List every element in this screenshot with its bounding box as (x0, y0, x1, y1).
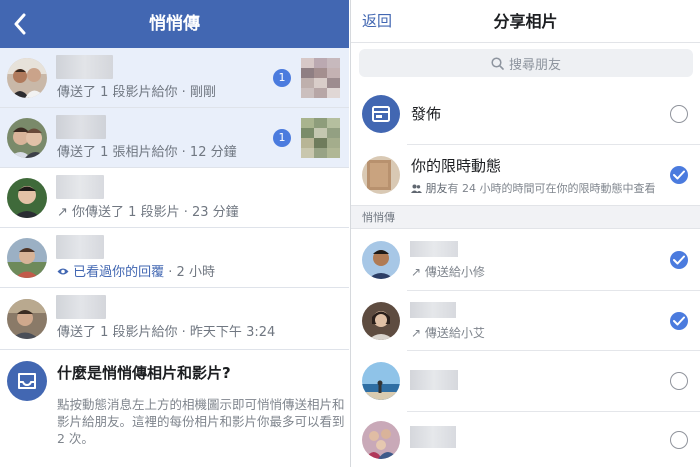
post-label: 發佈 (411, 105, 442, 123)
inbox-icon (7, 361, 47, 401)
avatar (362, 421, 400, 459)
story-checkbox[interactable] (670, 166, 688, 184)
contact-name-redacted (56, 55, 113, 79)
search-placeholder: 搜尋朋友 (508, 57, 561, 73)
conversation-row[interactable]: ↗ 你傳送了 1 段影片 · 23 分鐘 (0, 168, 349, 228)
conversation-subtitle: 已看過你的回覆 · 2 小時 (57, 261, 215, 280)
info-description: 點按動態消息左上方的相機圖示即可悄悄傳送相片和影片給朋友。這裡的每份相片和影片你… (57, 397, 345, 446)
recipient-row[interactable]: ↗ 傳送給小艾 (351, 291, 700, 351)
story-label: 你的限時動態 (411, 157, 502, 175)
eye-icon (57, 265, 73, 280)
avatar (362, 302, 400, 340)
avatar (7, 238, 47, 278)
recipient-status: ↗ 傳送給小艾 (411, 326, 485, 340)
header-bar: 返回 分享相片 (351, 0, 700, 43)
check-icon (673, 316, 685, 326)
post-radio[interactable] (670, 105, 688, 123)
recipient-status: ↗ 傳送給小修 (411, 265, 485, 279)
unread-badge: 1 (273, 129, 291, 147)
search-icon (491, 56, 504, 70)
recipient-checkbox[interactable] (670, 372, 688, 390)
contact-name-redacted (56, 115, 106, 139)
contact-name-redacted (56, 175, 104, 199)
direct-inbox-panel: 悄悄傳 傳送了 1 段影片給你 · 剛剛 1 傳送了 1 張相片給你 · 12 … (0, 0, 349, 467)
arrow-sent-icon: ↗ (411, 326, 422, 340)
post-icon (362, 95, 400, 133)
contact-name-redacted (56, 295, 106, 319)
arrow-sent-icon: ↗ (411, 265, 422, 279)
contact-name-redacted (410, 426, 456, 448)
unread-badge: 1 (273, 69, 291, 87)
info-section: 什麼是悄悄傳相片和影片? 點按動態消息左上方的相機圖示即可悄悄傳送相片和影片給朋… (0, 352, 349, 467)
search-input[interactable]: 搜尋朋友 (359, 49, 693, 77)
contact-name-redacted (56, 235, 104, 259)
section-header: 悄悄傳 (351, 205, 700, 229)
header-bar: 悄悄傳 (0, 0, 349, 48)
conversation-subtitle: 傳送了 1 段影片給你 · 昨天下午 3:24 (57, 325, 276, 340)
page-title: 分享相片 (493, 12, 558, 31)
media-thumbnail[interactable] (301, 58, 340, 98)
arrow-sent-icon: ↗ (57, 205, 68, 220)
avatar (362, 362, 400, 400)
friends-icon (411, 182, 426, 195)
conversation-row[interactable]: 傳送了 1 段影片給你 · 昨天下午 3:24 (0, 288, 349, 350)
avatar (7, 58, 47, 98)
check-icon (673, 255, 685, 265)
post-option-row[interactable]: 發佈 (351, 84, 700, 144)
story-audience: 朋友 (425, 182, 448, 195)
recipient-checkbox[interactable] (670, 431, 688, 449)
conversation-row[interactable]: 傳送了 1 張相片給你 · 12 分鐘 1 (0, 108, 349, 168)
conversation-subtitle: ↗ 你傳送了 1 段影片 · 23 分鐘 (57, 205, 239, 220)
avatar (362, 156, 400, 194)
contact-name-redacted (410, 241, 458, 257)
avatar (7, 178, 47, 218)
conversation-subtitle: 傳送了 1 張相片給你 · 12 分鐘 (57, 145, 237, 160)
contact-name-redacted (410, 302, 456, 318)
recipient-checkbox[interactable] (670, 312, 688, 330)
story-option-row[interactable]: 你的限時動態 朋友有 24 小時的時間可在你的限時動態中查看 (351, 145, 700, 205)
recipient-row[interactable] (351, 410, 700, 467)
conversation-row[interactable]: 傳送了 1 段影片給你 · 剛剛 1 (0, 48, 349, 108)
avatar (362, 241, 400, 279)
page-title: 悄悄傳 (149, 14, 200, 34)
recipient-checkbox[interactable] (670, 251, 688, 269)
conversation-row[interactable]: 已看過你的回覆 · 2 小時 (0, 228, 349, 288)
share-photo-panel: 返回 分享相片 搜尋朋友 發佈 你的限時動態 朋友有 24 小時的時間可在你的限… (350, 0, 700, 467)
conversation-subtitle: 傳送了 1 段影片給你 · 剛剛 (57, 85, 216, 100)
seen-status: 已看過你的回覆 (73, 265, 165, 280)
recipient-row[interactable] (351, 351, 700, 411)
media-thumbnail[interactable] (301, 118, 340, 158)
avatar (7, 118, 47, 158)
contact-name-redacted (410, 370, 458, 390)
avatar (7, 299, 47, 339)
info-title: 什麼是悄悄傳相片和影片? (57, 364, 231, 382)
check-icon (673, 170, 685, 180)
recipient-row[interactable]: ↗ 傳送給小修 (351, 230, 700, 290)
story-audience-note: 朋友有 24 小時的時間可在你的限時動態中查看 (411, 180, 656, 196)
